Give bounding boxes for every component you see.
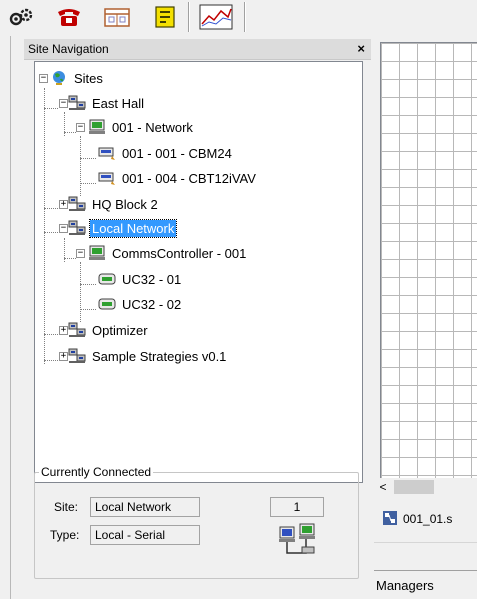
tree-node-label: Sample Strategies v0.1 bbox=[92, 348, 227, 364]
currently-connected-legend: Currently Connected bbox=[41, 465, 152, 479]
tree-node-optimizer[interactable]: Optimizer bbox=[68, 320, 150, 340]
trend-graph-icon[interactable] bbox=[196, 2, 236, 32]
tree-node-comms-controller[interactable]: CommsController - 001 bbox=[88, 243, 248, 263]
collapse-001-network[interactable]: − bbox=[76, 123, 85, 132]
calendar-icon[interactable] bbox=[102, 2, 132, 32]
tree-node-label: 001 - 004 - CBT12iVAV bbox=[122, 170, 256, 186]
connection-status-icon bbox=[278, 523, 320, 562]
site-navigation-panel: Site Navigation × − − − + − − + + Sites … bbox=[24, 39, 371, 599]
strategy-grid-canvas[interactable] bbox=[380, 42, 477, 479]
network-icon bbox=[68, 95, 86, 111]
scroll-left-icon[interactable]: < bbox=[374, 478, 392, 496]
scrollbar-thumb[interactable] bbox=[394, 480, 434, 494]
tree-node-label: HQ Block 2 bbox=[92, 196, 158, 212]
collapse-sites[interactable]: − bbox=[39, 74, 48, 83]
expand-hq-block-2[interactable]: + bbox=[59, 200, 68, 209]
type-label: Type: bbox=[50, 528, 80, 542]
tree-node-hq-block-2[interactable]: HQ Block 2 bbox=[68, 194, 160, 214]
toolbar bbox=[0, 0, 477, 36]
expand-optimizer[interactable]: + bbox=[59, 326, 68, 335]
document-tab-label: 001_01.s bbox=[403, 512, 453, 526]
left-frame bbox=[0, 36, 20, 599]
unit-icon bbox=[98, 271, 116, 287]
tree-node-east-hall[interactable]: East Hall bbox=[68, 93, 146, 113]
collapse-local-network[interactable]: − bbox=[59, 224, 68, 233]
site-label: Site: bbox=[54, 500, 79, 514]
tree-node-label: UC32 - 01 bbox=[122, 271, 182, 287]
tree-node-label: 001 - 001 - CBM24 bbox=[122, 145, 232, 161]
phone-icon[interactable] bbox=[54, 2, 84, 32]
panel-title: Site Navigation bbox=[28, 42, 109, 56]
network-icon bbox=[68, 196, 86, 212]
site-value-field: Local Network bbox=[90, 497, 200, 517]
tree-node-label: UC32 - 02 bbox=[122, 296, 182, 312]
collapse-comms-controller[interactable]: − bbox=[76, 249, 85, 258]
workspace-area: < 001_01.s Managers bbox=[374, 36, 477, 599]
network-icon bbox=[68, 348, 86, 364]
tree-node-label: CommsController - 001 bbox=[112, 245, 247, 261]
tree-node-uc32-02[interactable]: UC32 - 02 bbox=[98, 294, 183, 314]
strategy-file-icon bbox=[382, 510, 398, 529]
gears-icon[interactable] bbox=[6, 2, 36, 32]
status-bar bbox=[374, 542, 477, 563]
panel-header: Site Navigation × bbox=[24, 39, 371, 60]
collapse-east-hall[interactable]: − bbox=[59, 99, 68, 108]
device-icon bbox=[98, 145, 116, 161]
controller-icon bbox=[88, 119, 106, 135]
tree-node-sample-strategies[interactable]: Sample Strategies v0.1 bbox=[68, 346, 228, 366]
network-icon bbox=[68, 322, 86, 338]
tree-node-cbt12ivav[interactable]: 001 - 004 - CBT12iVAV bbox=[98, 168, 258, 188]
managers-pane: Managers bbox=[374, 564, 477, 599]
unit-icon bbox=[98, 296, 116, 312]
tree-node-cbm24[interactable]: 001 - 001 - CBM24 bbox=[98, 143, 234, 163]
tree-node-001-network[interactable]: 001 - Network bbox=[88, 117, 195, 137]
network-icon bbox=[68, 220, 86, 236]
document-icon[interactable] bbox=[150, 2, 180, 32]
tree-node-label: East Hall bbox=[92, 95, 145, 111]
close-icon[interactable]: × bbox=[357, 41, 365, 56]
site-number-field: 1 bbox=[270, 497, 324, 517]
site-tree: − − − + − − + + Sites East Hall 001 - Ne… bbox=[34, 61, 363, 483]
expand-sample-strategies[interactable]: + bbox=[59, 352, 68, 361]
controller-icon bbox=[88, 245, 106, 261]
tree-node-label: Sites bbox=[74, 70, 103, 86]
tree-node-uc32-01[interactable]: UC32 - 01 bbox=[98, 269, 183, 289]
tree-node-sites[interactable]: Sites bbox=[50, 68, 105, 88]
document-tab[interactable]: 001_01.s bbox=[382, 508, 452, 530]
currently-connected-group: Currently Connected Site: Local Network … bbox=[34, 465, 361, 593]
tree-node-label: 001 - Network bbox=[112, 119, 193, 135]
managers-label[interactable]: Managers bbox=[376, 578, 434, 593]
tree-node-label: Optimizer bbox=[92, 322, 148, 338]
device-icon bbox=[98, 170, 116, 186]
tree-node-label-selected: Local Network bbox=[88, 218, 178, 238]
tree-node-local-network[interactable]: Local Network bbox=[68, 218, 178, 238]
horizontal-scrollbar[interactable]: < bbox=[374, 478, 477, 496]
globe-icon bbox=[50, 70, 68, 86]
type-value-field: Local - Serial bbox=[90, 525, 200, 545]
